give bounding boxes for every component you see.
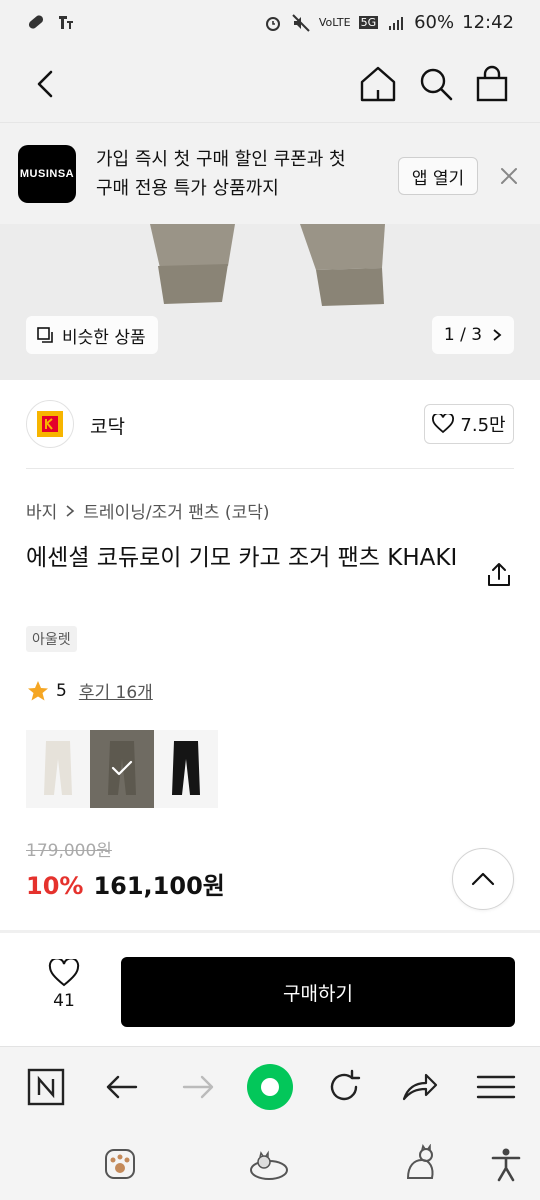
promo-message: 가입 즉시 첫 구매 할인 쿠폰과 첫 구매 전용 특가 상품까지 (96, 145, 386, 203)
shopping-bag-icon[interactable] (470, 62, 514, 106)
black-pants-thumbnail (172, 741, 200, 795)
naver-home-icon[interactable] (24, 1065, 68, 1109)
pill-icon (28, 15, 44, 29)
brand-like-button[interactable]: 7.5만 (424, 404, 514, 444)
green-dot-icon[interactable] (246, 1063, 294, 1111)
product-title: 에센셜 코듀로이 기모 카고 조거 팬츠 KHAKI (26, 545, 458, 571)
cat-icon[interactable] (400, 1144, 440, 1184)
menu-icon[interactable] (474, 1065, 518, 1109)
ivory-pants-thumbnail (44, 741, 72, 795)
promo-line-1: 가입 즉시 첫 구매 할인 쿠폰과 첫 (96, 149, 346, 170)
alarm-icon (265, 16, 280, 31)
app-header (0, 46, 540, 122)
brand-row[interactable]: 코닥 7.5만 (0, 380, 540, 468)
buy-button[interactable]: 구매하기 (121, 957, 515, 1027)
star-icon (28, 680, 48, 700)
heart-icon (48, 959, 80, 987)
search-icon[interactable] (414, 62, 458, 106)
chevron-right-icon (66, 504, 75, 517)
battery-level: 60% (414, 12, 455, 33)
refresh-icon[interactable] (322, 1065, 366, 1109)
clock: 12:42 (462, 12, 514, 33)
brand-logo[interactable] (26, 400, 74, 448)
breadcrumb-sub[interactable]: 트레이닝/조거 팬츠 (코닥) (83, 498, 269, 523)
similar-products-label: 비슷한 상품 (62, 327, 146, 348)
heart-icon (432, 414, 455, 434)
pager-count: 1 / 3 (443, 325, 483, 345)
status-bar: VoLTE 5G 60% 12:42 (0, 0, 540, 46)
breadcrumb: 바지 트레이닝/조거 팬츠 (코닥) (26, 498, 269, 523)
musinsa-logo: MUSINSA (18, 145, 76, 203)
reviews-link[interactable]: 후기 16개 (79, 678, 153, 703)
back-arrow-icon[interactable] (100, 1065, 144, 1109)
volte-indicator: VoLTE (318, 16, 351, 29)
accessibility-icon[interactable] (486, 1144, 526, 1184)
scroll-to-top-button[interactable] (452, 848, 514, 910)
checkmark-icon (111, 760, 133, 776)
wishlist-button[interactable]: 41 (40, 959, 88, 1023)
original-price: 179,000원 (26, 841, 112, 861)
network-indicator: 5G (358, 16, 379, 29)
copy-icon (37, 327, 53, 343)
color-option-ivory[interactable] (26, 730, 90, 808)
home-icon[interactable] (356, 62, 400, 106)
share-icon[interactable] (484, 560, 514, 590)
close-icon[interactable] (496, 163, 522, 189)
discount-rate: 10% (26, 872, 84, 900)
image-pager[interactable]: 1 / 3 (432, 316, 514, 354)
system-navigation-bar (0, 1124, 540, 1200)
paw-icon[interactable] (100, 1144, 140, 1184)
brand-like-count: 7.5만 (460, 415, 506, 436)
outlet-badge: 아울렛 (26, 626, 77, 652)
mute-icon (292, 13, 310, 32)
rating-score: 5 (56, 680, 67, 701)
purchase-bar: 41 구매하기 (0, 930, 540, 1046)
color-options (26, 730, 218, 808)
divider (26, 468, 514, 469)
chevron-right-icon (493, 329, 502, 341)
chevron-up-icon (471, 872, 495, 886)
share-arrow-icon[interactable] (398, 1065, 442, 1109)
app-promo-banner: MUSINSA 가입 즉시 첫 구매 할인 쿠폰과 첫 구매 전용 특가 상품까… (0, 122, 540, 224)
kodak-logo-icon (37, 411, 63, 437)
forward-arrow-icon[interactable] (176, 1065, 220, 1109)
sale-price: 161,100원 (93, 872, 225, 900)
rating-summary: 5 후기 16개 (26, 678, 153, 703)
wishlist-count: 41 (53, 991, 75, 1011)
signal-icon (389, 16, 404, 30)
brand-name[interactable]: 코닥 (90, 412, 125, 439)
open-app-button[interactable]: 앱 열기 (398, 157, 478, 195)
app-notification-icon (59, 16, 73, 29)
back-arrow-icon[interactable] (26, 64, 66, 104)
similar-products-button[interactable]: 비슷한 상품 (26, 316, 158, 354)
browser-toolbar (0, 1046, 540, 1124)
cat-bed-icon[interactable] (248, 1144, 290, 1184)
price-row: 10% 161,100원 (26, 866, 225, 901)
breadcrumb-root[interactable]: 바지 (26, 498, 57, 523)
color-option-black[interactable] (154, 730, 218, 808)
product-image (150, 224, 385, 306)
color-option-khaki[interactable] (90, 730, 154, 808)
product-image-carousel[interactable]: 비슷한 상품 1 / 3 (0, 224, 540, 380)
promo-line-2: 구매 전용 특가 상품까지 (96, 178, 279, 199)
